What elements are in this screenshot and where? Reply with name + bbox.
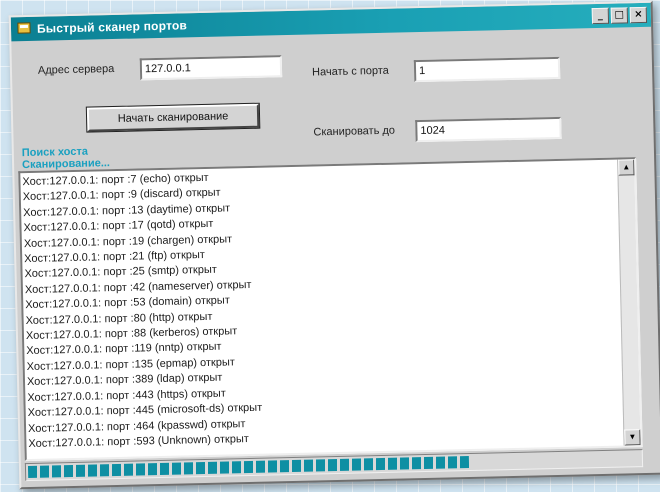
close-button[interactable]: × xyxy=(629,6,648,24)
log-lines: Хост:127.0.0.1: порт :7 (echo) открыт Хос… xyxy=(22,170,263,453)
scan-to-label: Сканировать до xyxy=(313,124,396,139)
scan-to-input[interactable] xyxy=(415,116,562,143)
server-address-label: Адрес сервера xyxy=(37,62,115,77)
scan-log[interactable]: Хост:127.0.0.1: порт :7 (echo) открыт Хос… xyxy=(18,157,643,462)
start-scan-button[interactable]: Начать сканирование xyxy=(85,102,261,133)
title-bar[interactable]: Быстрый сканер портов _ □ × xyxy=(10,2,652,42)
log-scrollbar[interactable]: ▲ ▼ xyxy=(617,159,641,446)
maximize-button[interactable]: □ xyxy=(610,7,629,24)
start-port-input[interactable] xyxy=(413,56,561,83)
window-title: Быстрый сканер портов xyxy=(36,18,188,36)
scroll-down-icon[interactable]: ▼ xyxy=(624,429,641,446)
minimize-button[interactable]: _ xyxy=(591,7,610,25)
server-address-input[interactable] xyxy=(139,55,283,81)
start-port-label: Начать с порта xyxy=(311,64,389,79)
scanner-window: Быстрый сканер портов _ □ × Адрес сервер… xyxy=(8,0,660,490)
app-icon xyxy=(17,22,31,34)
scroll-up-icon[interactable]: ▲ xyxy=(618,159,635,176)
